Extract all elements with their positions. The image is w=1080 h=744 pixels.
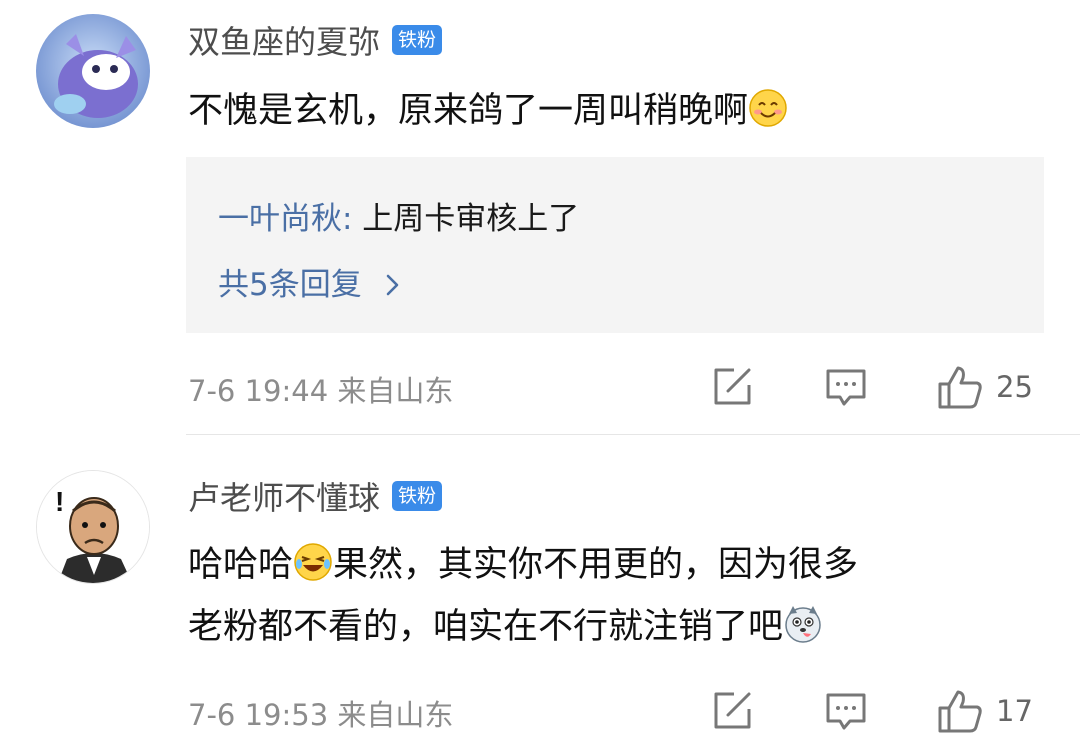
reply-author[interactable]: 一叶尚秋 [218,201,342,237]
reply-preview[interactable]: 一叶尚秋: 上周卡审核上了 共5条回复 [186,157,1044,333]
comment-text-part-a: 哈哈哈 [188,545,294,585]
view-replies-label: 共5条回复 [218,267,362,303]
avatar[interactable] [36,14,150,128]
reply-line: 一叶尚秋: 上周卡审核上了 [218,193,579,238]
comment-text: 哈哈哈 果然，其实你不用更的，因为很多 老粉都不看的，咱实在不行就注销了吧 [188,534,858,658]
view-replies-link[interactable]: 共5条回复 [218,259,404,304]
timestamp-location: 7-6 19:44 来自山东 [188,374,454,408]
fan-badge: 铁粉 [392,481,443,511]
comment-text-body: 不愧是玄机，原来鸽了一周叫稍晚啊 [188,91,749,131]
username-row: 卢老师不懂球 铁粉 [188,473,443,519]
svg-text:!: ! [55,486,64,517]
username-row: 双鱼座的夏弥 铁粉 [188,17,443,63]
divider [186,434,1080,435]
like-button[interactable]: 17 [936,686,1033,736]
fan-badge: 铁粉 [392,25,443,55]
smile-emoji-icon [749,89,787,127]
comment-text-part-b: 果然，其实你不用更的，因为很多 [333,545,859,585]
reply-text: 上周卡审核上了 [352,201,580,237]
username[interactable]: 卢老师不懂球 [188,473,380,519]
username[interactable]: 双鱼座的夏弥 [188,17,380,63]
share-button[interactable] [710,686,754,736]
avatar[interactable]: ! [36,470,150,584]
comment-button[interactable] [824,686,868,736]
chevron-right-icon [386,274,398,296]
comment-text-line-2: 老粉都不看的，咱实在不行就注销了吧 [188,607,784,647]
thumbs-up-icon [938,690,982,733]
comment-meta: 7-6 19:44 来自山东 25 [188,362,1048,412]
share-button[interactable] [710,362,754,412]
like-count: 25 [996,370,1033,404]
thumbs-up-icon [938,366,982,409]
comment-meta: 7-6 19:53 来自山东 17 [188,686,1048,736]
comment-button[interactable] [824,362,868,412]
husky-emoji-icon [785,606,821,643]
like-count: 17 [996,694,1033,728]
comment-icon [826,693,866,730]
share-icon [714,692,751,729]
reply-separator: : [342,201,353,237]
timestamp-location: 7-6 19:53 来自山东 [188,698,454,732]
comment-text: 不愧是玄机，原来鸽了一周叫稍晚啊 [188,80,788,142]
like-button[interactable]: 25 [936,362,1033,412]
share-icon [714,368,751,405]
laugh-cry-emoji-icon [294,543,332,581]
comment-icon [826,369,866,406]
